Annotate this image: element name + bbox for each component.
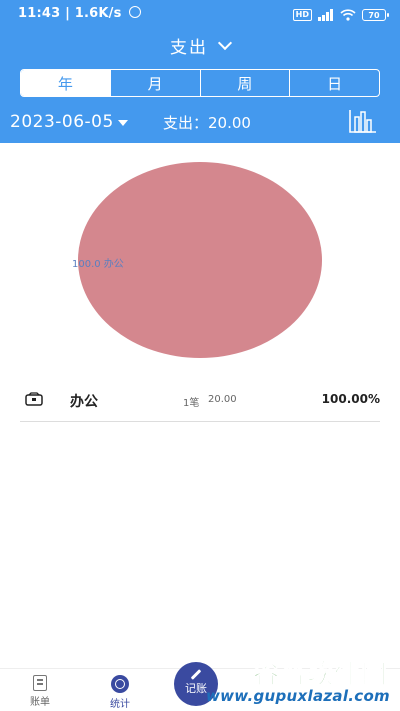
hd-icon: HD — [292, 9, 312, 21]
tab-day[interactable]: 日 — [290, 70, 379, 96]
status-right: HD 70 — [292, 7, 389, 23]
tab-year[interactable]: 年 — [21, 70, 111, 96]
status-time-speed: 11:43 | 1.6K/s — [18, 6, 122, 21]
alarm-icon — [129, 6, 142, 18]
pie-chart-area: 100.0 办公 — [0, 143, 400, 378]
date-selector[interactable]: 2023-06-05 — [10, 112, 114, 132]
period-tabs: 年 月 周 日 — [20, 69, 380, 97]
tab-week[interactable]: 周 — [201, 70, 291, 96]
wifi-icon — [340, 9, 356, 21]
expense-summary: 支出：20.00 — [163, 114, 251, 132]
status-left: 11:43 | 1.6K/s — [18, 6, 142, 21]
watermark-title: 谷普软件园 — [252, 660, 388, 691]
pie-slice-label: 100.0 办公 — [72, 257, 124, 270]
pie-chart-icon — [111, 675, 129, 693]
signal-icon — [318, 9, 334, 21]
nav-bills[interactable]: 账单 — [10, 675, 70, 708]
nav-stats[interactable]: 统计 — [90, 675, 150, 710]
watermark: 谷普软件园 www.gupuxlazal.com — [206, 654, 390, 708]
watermark-url: www.gupuxlazal.com — [205, 687, 390, 705]
date-row: 2023-06-05 支出：20.00 — [0, 108, 400, 136]
caret-down-icon[interactable] — [118, 120, 128, 126]
list-item[interactable]: 办公 1笔 20.00 100.00% — [20, 384, 380, 422]
pie-chart: 100.0 办公 — [72, 162, 322, 358]
bar-chart-icon[interactable] — [349, 109, 377, 133]
status-bar: 11:43 | 1.6K/s HD 70 — [0, 0, 400, 30]
category-name: 办公 — [70, 394, 98, 410]
nav-bills-label: 账单 — [30, 697, 50, 708]
wallet-icon — [25, 392, 43, 406]
book-icon — [33, 675, 47, 691]
entry-amount: 20.00 — [208, 394, 237, 405]
pencil-icon — [190, 668, 202, 680]
chevron-down-icon — [217, 35, 233, 50]
entry-count: 1笔 — [183, 398, 200, 409]
type-selector[interactable]: 支出 — [0, 30, 400, 60]
entry-percent: 100.00% — [321, 392, 380, 406]
battery-icon: 70 — [362, 9, 389, 21]
battery-level: 70 — [368, 10, 380, 20]
record-label: 记账 — [185, 681, 207, 695]
header: 11:43 | 1.6K/s HD 70 支出 年 月 周 日 2023-06-… — [0, 0, 400, 143]
page-title: 支出 — [170, 37, 208, 58]
nav-stats-label: 统计 — [110, 699, 130, 710]
tab-month[interactable]: 月 — [111, 70, 201, 96]
